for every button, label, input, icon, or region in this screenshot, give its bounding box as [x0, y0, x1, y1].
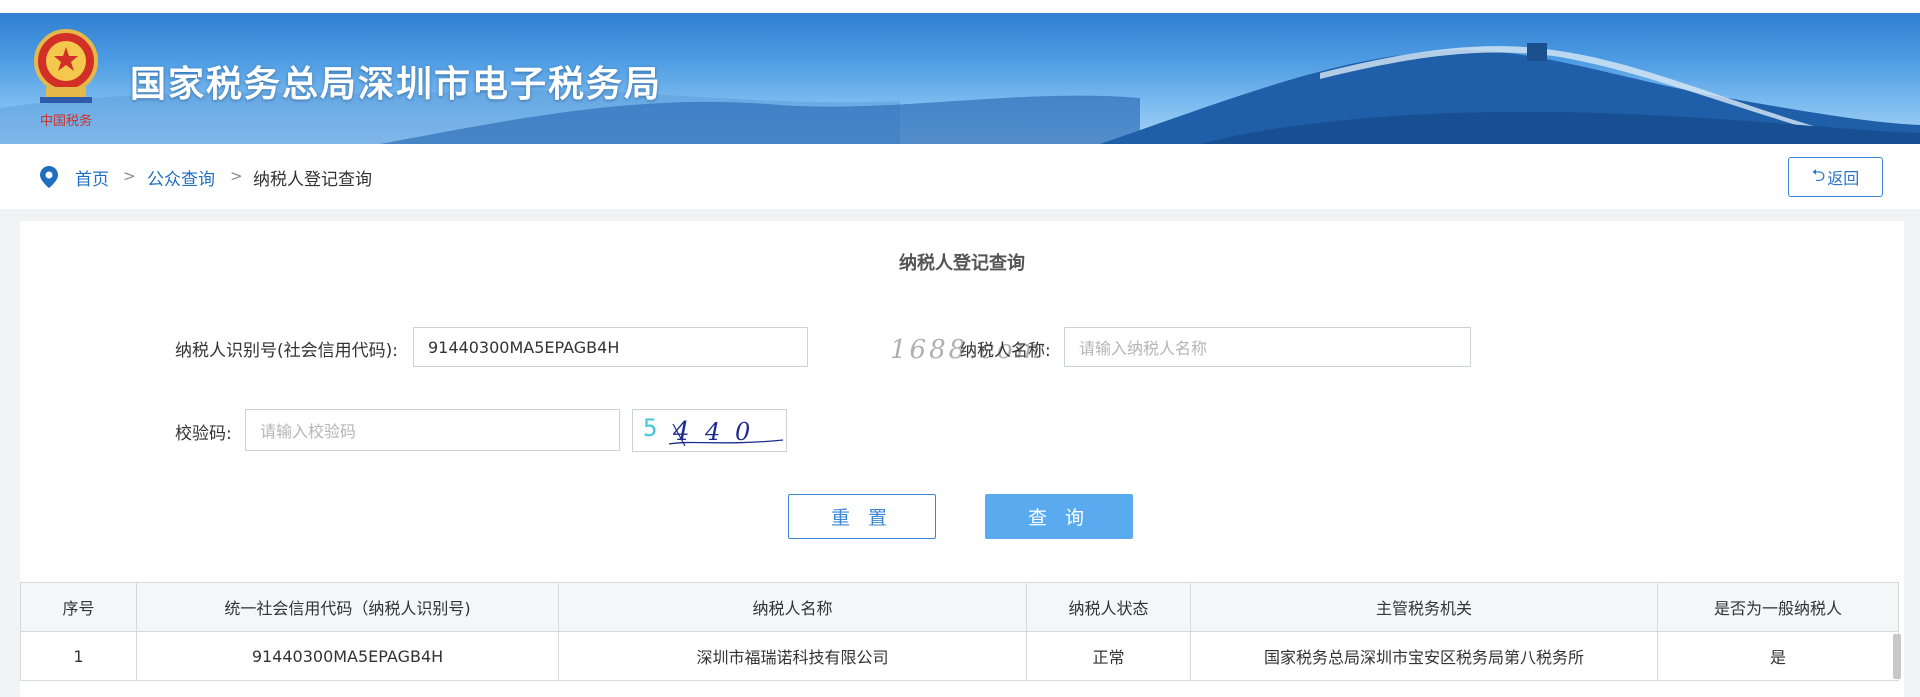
column-header-general-taxpayer: 是否为一般纳税人	[1657, 582, 1899, 632]
table-header-row: 序号 统一社会信用代码（纳税人识别号) 纳税人名称 纳税人状态 主管税务机关 是…	[20, 582, 1899, 632]
verify-code-label: 校验码:	[175, 424, 232, 444]
breadcrumb: 首页 > 公众查询 > 纳税人登记查询 ⮌ 返回	[0, 144, 1920, 209]
cell-general-taxpayer: 是	[1657, 631, 1899, 681]
taxpayer-id-value: 91440300MA5EPAGB4H	[428, 337, 620, 357]
taxpayer-name-placeholder: 请输入纳税人名称	[1079, 339, 1208, 358]
form-title: 纳税人登记查询	[899, 253, 1025, 274]
cell-tax-authority: 国家税务总局深圳市宝安区税务局第八税务所	[1190, 631, 1658, 681]
captcha-graphic: 5 4 4 0	[643, 414, 784, 447]
site-title: 国家税务总局深圳市电子税务局	[130, 64, 663, 105]
taxpayer-id-label: 纳税人识别号(社会信用代码):	[175, 341, 398, 361]
table-scrollbar[interactable]	[1893, 634, 1901, 679]
results-table: 序号 统一社会信用代码（纳税人识别号) 纳税人名称 纳税人状态 主管税务机关 是…	[20, 582, 1899, 681]
taxpayer-name-label: 纳税人名称:	[960, 341, 1051, 361]
location-pin-icon	[40, 166, 58, 188]
column-header-credit-code: 统一社会信用代码（纳税人识别号)	[136, 582, 559, 632]
tax-emblem-logo: 中国税务	[34, 29, 98, 129]
taxpayer-name-input[interactable]: 请输入纳税人名称	[1064, 327, 1471, 367]
taxpayer-id-input[interactable]: 91440300MA5EPAGB4H	[413, 327, 808, 367]
column-header-taxpayer-name: 纳税人名称	[558, 582, 1027, 632]
breadcrumb-separator: >	[230, 167, 243, 185]
captcha-digit: 5	[643, 414, 657, 442]
cell-credit-code: 91440300MA5EPAGB4H	[136, 631, 559, 681]
verify-code-input[interactable]: 请输入校验码	[245, 409, 620, 451]
query-panel: 纳税人登记查询 纳税人识别号(社会信用代码): 91440300MA5EPAGB…	[20, 221, 1904, 697]
back-button[interactable]: ⮌ 返回	[1788, 157, 1883, 197]
cell-index: 1	[20, 631, 137, 681]
back-button-label: 返回	[1827, 169, 1860, 188]
column-header-status: 纳税人状态	[1026, 582, 1191, 632]
breadcrumb-separator: >	[123, 167, 136, 185]
breadcrumb-current: 纳税人登记查询	[253, 170, 372, 190]
breadcrumb-public-query-link[interactable]: 公众查询	[147, 165, 215, 190]
verify-code-placeholder: 请输入校验码	[260, 422, 357, 441]
captcha-image[interactable]: 5 4 4 0	[632, 409, 787, 452]
emblem-text: 中国税务	[40, 113, 92, 129]
column-header-tax-authority: 主管税务机关	[1190, 582, 1658, 632]
breadcrumb-home-link[interactable]: 首页	[75, 165, 109, 190]
column-header-index: 序号	[20, 582, 137, 632]
captcha-digit: 4	[704, 418, 720, 446]
cell-taxpayer-name: 深圳市福瑞诺科技有限公司	[558, 631, 1027, 681]
header-banner: 中国税务 国家税务总局深圳市电子税务局	[0, 13, 1920, 144]
query-button[interactable]: 查 询	[985, 494, 1133, 539]
top-strip	[0, 0, 1920, 13]
return-arrow-icon: ⮌	[1811, 165, 1826, 186]
table-row: 1 91440300MA5EPAGB4H 深圳市福瑞诺科技有限公司 正常 国家税…	[20, 631, 1899, 681]
reset-button[interactable]: 重 置	[788, 494, 936, 539]
cell-status: 正常	[1026, 631, 1191, 681]
